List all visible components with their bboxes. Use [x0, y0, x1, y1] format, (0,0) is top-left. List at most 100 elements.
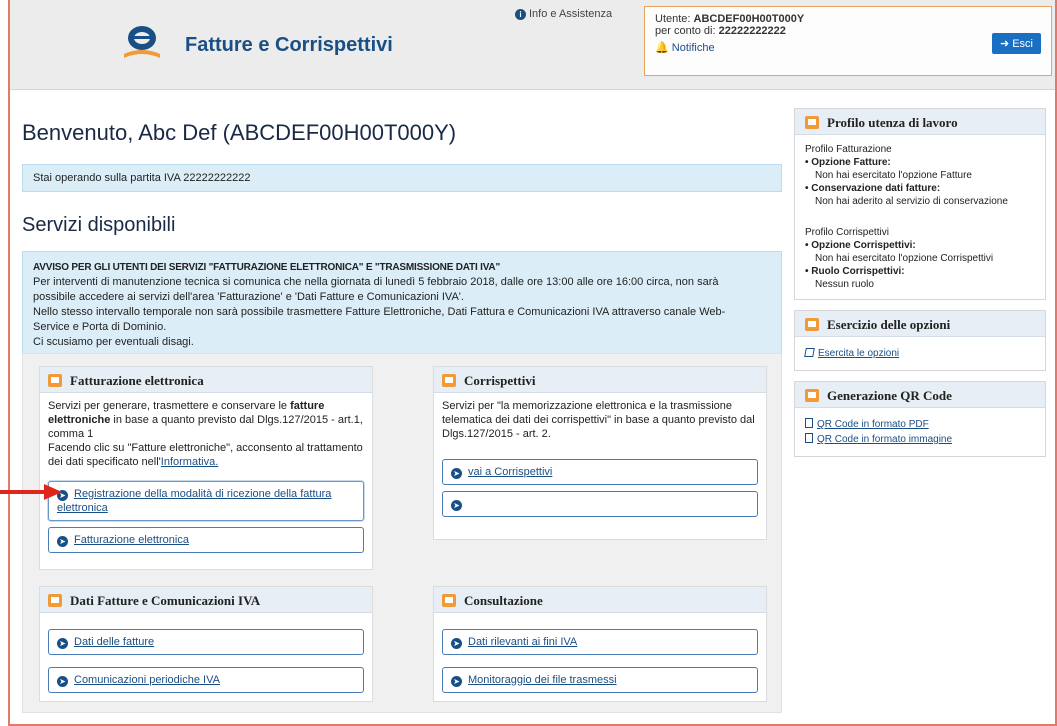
- document-icon: [48, 374, 62, 387]
- card-header: Consultazione: [434, 587, 766, 613]
- behalf-label: per conto di:: [655, 25, 716, 37]
- arrow-right-icon: ➤: [57, 676, 68, 687]
- notice-line: Ci scusiamo per eventuali disagi.: [33, 336, 194, 348]
- arrow-right-icon: ➤: [57, 536, 68, 547]
- esercita-opzioni-link[interactable]: Esercita le opzioni: [804, 347, 1035, 360]
- button-label: Fatturazione elettronica: [74, 534, 189, 546]
- bell-icon: 🔔: [655, 42, 669, 54]
- app-title: Fatture e Corrispettivi: [185, 34, 393, 56]
- profile-heading: Profilo Corrispettivi: [805, 227, 889, 238]
- red-arrow-icon: [0, 484, 62, 500]
- dati-rilevanti-iva-button[interactable]: ➤ Dati rilevanti ai fini IVA: [442, 629, 758, 655]
- exit-label: Esci: [1012, 38, 1033, 50]
- page-header: Fatture e Corrispettivi i Info e Assisten…: [10, 0, 1055, 90]
- agenzia-entrate-logo: [124, 26, 160, 58]
- document-icon: [48, 594, 62, 607]
- button-label: Registrazione della modalità di ricezion…: [57, 488, 332, 514]
- card-title: Corrispettivi: [464, 373, 536, 388]
- arrow-right-icon: ➤: [57, 638, 68, 649]
- desc-part: Servizi per generare, trasmettere e cons…: [48, 400, 291, 412]
- vai-corrispettivi-button[interactable]: ➤ vai a Corrispettivi: [442, 459, 758, 485]
- notice-line: Per interventi di manutenzione tecnica s…: [33, 276, 719, 288]
- panel-header: Generazione QR Code: [795, 382, 1045, 408]
- card-corrispettivi: Corrispettivi Servizi per "la memorizzaz…: [433, 366, 767, 540]
- profile-item-value: Non hai esercitato l'opzione Fatture: [815, 170, 972, 181]
- user-value: ABCDEF00H00T000Y: [693, 13, 805, 25]
- card-title: Dati Fatture e Comunicazioni IVA: [70, 593, 261, 608]
- comunicazioni-iva-button[interactable]: ➤ Comunicazioni periodiche IVA: [48, 667, 364, 693]
- monitoraggio-file-button[interactable]: ➤ Monitoraggio dei file trasmessi: [442, 667, 758, 693]
- qr-image-link[interactable]: QR Code in formato immagine: [805, 433, 1035, 446]
- sidebar: Profilo utenza di lavoro Profilo Fattura…: [794, 108, 1046, 467]
- profile-item-label: • Ruolo Corrispettivi:: [805, 266, 905, 277]
- notice-title: AVVISO PER GLI UTENTI DEI SERVIZI "FATTU…: [33, 262, 500, 273]
- profile-item-label: • Opzione Fatture:: [805, 157, 891, 168]
- panel-title: Esercizio delle opzioni: [827, 317, 951, 332]
- button-label: vai a Corrispettivi: [468, 466, 553, 478]
- panel-qr: Generazione QR Code QR Code in formato P…: [794, 381, 1046, 457]
- card-consultazione: Consultazione ➤ Dati rilevanti ai fini IV…: [433, 586, 767, 702]
- qr-code-icon: [805, 389, 819, 402]
- link-label: QR Code in formato immagine: [817, 434, 953, 445]
- label-text: Ruolo Corrispettivi:: [811, 266, 905, 277]
- informativa-link[interactable]: Informativa.: [161, 456, 218, 468]
- services-title: Servizi disponibili: [22, 214, 176, 236]
- card-fatturazione: Fatturazione elettronica Servizi per gen…: [39, 366, 373, 570]
- link-label: QR Code in formato PDF: [817, 419, 929, 430]
- info-label: Info e Assistenza: [529, 8, 613, 20]
- info-link[interactable]: i Info e Assistenza: [515, 8, 612, 20]
- label-text: Opzione Fatture:: [811, 157, 891, 168]
- document-icon: [442, 374, 456, 387]
- exit-icon: ➜: [999, 38, 1010, 50]
- card-dati-fatture: Dati Fatture e Comunicazioni IVA ➤ Dati d…: [39, 586, 373, 702]
- user-line: Utente: ABCDEF00H00T000Y: [655, 13, 1041, 25]
- qr-pdf-link[interactable]: QR Code in formato PDF: [805, 418, 1035, 431]
- link-label: Esercita le opzioni: [818, 348, 900, 359]
- profile-item-label: • Conservazione dati fatture:: [805, 183, 941, 194]
- label-text: Opzione Corrispettivi:: [811, 240, 916, 251]
- info-icon: i: [515, 9, 526, 20]
- panel-title: Generazione QR Code: [827, 388, 952, 403]
- image-icon: [805, 433, 813, 443]
- corrispettivi-empty-button[interactable]: ➤: [442, 491, 758, 517]
- button-label: Dati rilevanti ai fini IVA: [468, 636, 578, 648]
- panel-profilo: Profilo utenza di lavoro Profilo Fattura…: [794, 108, 1046, 300]
- registrazione-ricezione-button[interactable]: ➤ Registrazione della modalità di ricezio…: [48, 481, 364, 521]
- panel-esercizio: Esercizio delle opzioni Esercita le opzi…: [794, 310, 1046, 371]
- document-icon: [442, 594, 456, 607]
- welcome-title: Benvenuto, Abc Def (ABCDEF00H00T000Y): [22, 120, 457, 145]
- card-header: Corrispettivi: [434, 367, 766, 393]
- card-title: Fatturazione elettronica: [70, 373, 204, 388]
- card-header: Dati Fatture e Comunicazioni IVA: [40, 587, 372, 613]
- maintenance-notice: AVVISO PER GLI UTENTI DEI SERVIZI "FATTU…: [22, 251, 782, 359]
- panel-body: Profilo Fatturazione • Opzione Fatture: …: [795, 135, 1045, 299]
- card-description: Servizi per generare, trasmettere e cons…: [40, 393, 372, 475]
- panel-body: QR Code in formato PDF QR Code in format…: [795, 408, 1045, 456]
- button-label: Dati delle fatture: [74, 636, 155, 648]
- user-icon: [805, 116, 819, 129]
- card-description: Servizi per "la memorizzazione elettroni…: [442, 400, 755, 440]
- vat-banner: Stai operando sulla partita IVA 22222222…: [22, 164, 782, 192]
- label-text: Conservazione dati fatture:: [811, 183, 941, 194]
- arrow-right-icon: ➤: [451, 500, 462, 511]
- arrow-right-icon: ➤: [451, 638, 462, 649]
- user-label: Utente:: [655, 13, 691, 25]
- services-area: Fatturazione elettronica Servizi per gen…: [22, 353, 782, 713]
- panel-header: Profilo utenza di lavoro: [795, 109, 1045, 135]
- notifications-link[interactable]: 🔔 Notifiche: [655, 41, 1041, 54]
- fatturazione-elettronica-button[interactable]: ➤ Fatturazione elettronica: [48, 527, 364, 553]
- profile-item-label: • Opzione Corrispettivi:: [805, 240, 916, 251]
- notice-line: Nello stesso intervallo temporale non sa…: [33, 306, 726, 318]
- notice-line: possibile accedere ai servizi dell'area …: [33, 291, 464, 303]
- notice-line: Service e Porta di Dominio.: [33, 321, 167, 333]
- arrow-right-icon: ➤: [451, 468, 462, 479]
- button-label: Monitoraggio dei file trasmessi: [468, 674, 617, 686]
- card-header: Fatturazione elettronica: [40, 367, 372, 393]
- pdf-icon: [805, 418, 813, 428]
- user-box: Utente: ABCDEF00H00T000Y per conto di: 2…: [644, 6, 1052, 76]
- exit-button[interactable]: ➜ Esci: [991, 33, 1041, 54]
- dati-fatture-button[interactable]: ➤ Dati delle fatture: [48, 629, 364, 655]
- panel-header: Esercizio delle opzioni: [795, 311, 1045, 337]
- behalf-value: 22222222222: [718, 25, 786, 37]
- profile-heading: Profilo Fatturazione: [805, 144, 892, 155]
